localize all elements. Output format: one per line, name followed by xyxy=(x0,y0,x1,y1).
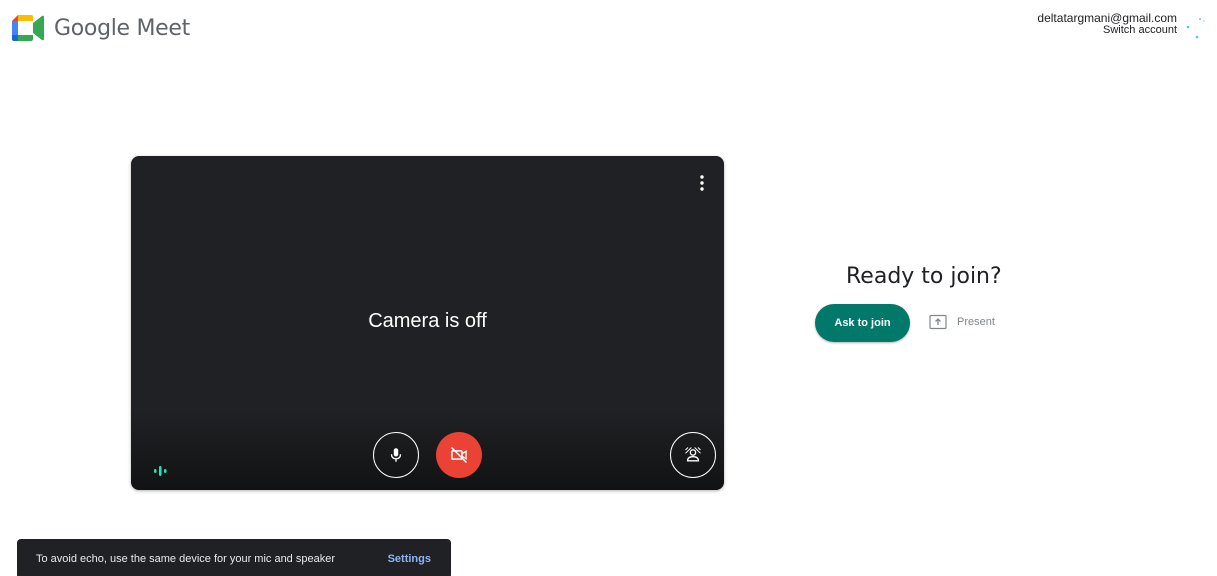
meet-logo-icon xyxy=(12,15,44,41)
top-bar: Google Meet deltatargmani@gmail.com Swit… xyxy=(0,0,1217,60)
videocam-off-icon xyxy=(450,446,468,464)
account-email: deltatargmani@gmail.com xyxy=(1037,11,1177,25)
microphone-toggle-button[interactable] xyxy=(373,432,419,478)
snackbar-settings-button[interactable]: Settings xyxy=(388,553,431,565)
app-name: Google Meet xyxy=(54,15,190,41)
account-info[interactable]: deltatargmani@gmail.com Switch account xyxy=(1037,12,1177,36)
visual-effects-icon xyxy=(685,447,701,462)
mic-icon xyxy=(390,448,402,462)
video-preview: Camera is off xyxy=(131,156,724,490)
present-label: Present xyxy=(957,316,995,328)
switch-account-link[interactable]: Switch account xyxy=(1037,24,1177,36)
camera-toggle-button[interactable] xyxy=(436,432,482,478)
loading-spinner-icon xyxy=(1186,18,1205,39)
present-to-all-icon xyxy=(929,314,947,330)
ask-to-join-button[interactable]: Ask to join xyxy=(815,304,910,342)
google-meet-logo[interactable]: Google Meet xyxy=(12,15,190,41)
ready-to-join-title: Ready to join? xyxy=(846,264,1002,289)
more-vert-icon[interactable] xyxy=(694,174,710,192)
present-button[interactable]: Present xyxy=(929,314,995,330)
audio-level-icon xyxy=(154,466,167,476)
camera-off-text: Camera is off xyxy=(368,310,487,332)
snackbar-message: To avoid echo, use the same device for y… xyxy=(36,553,335,565)
echo-warning-snackbar: To avoid echo, use the same device for y… xyxy=(17,539,451,576)
visual-effects-button[interactable] xyxy=(670,432,716,478)
